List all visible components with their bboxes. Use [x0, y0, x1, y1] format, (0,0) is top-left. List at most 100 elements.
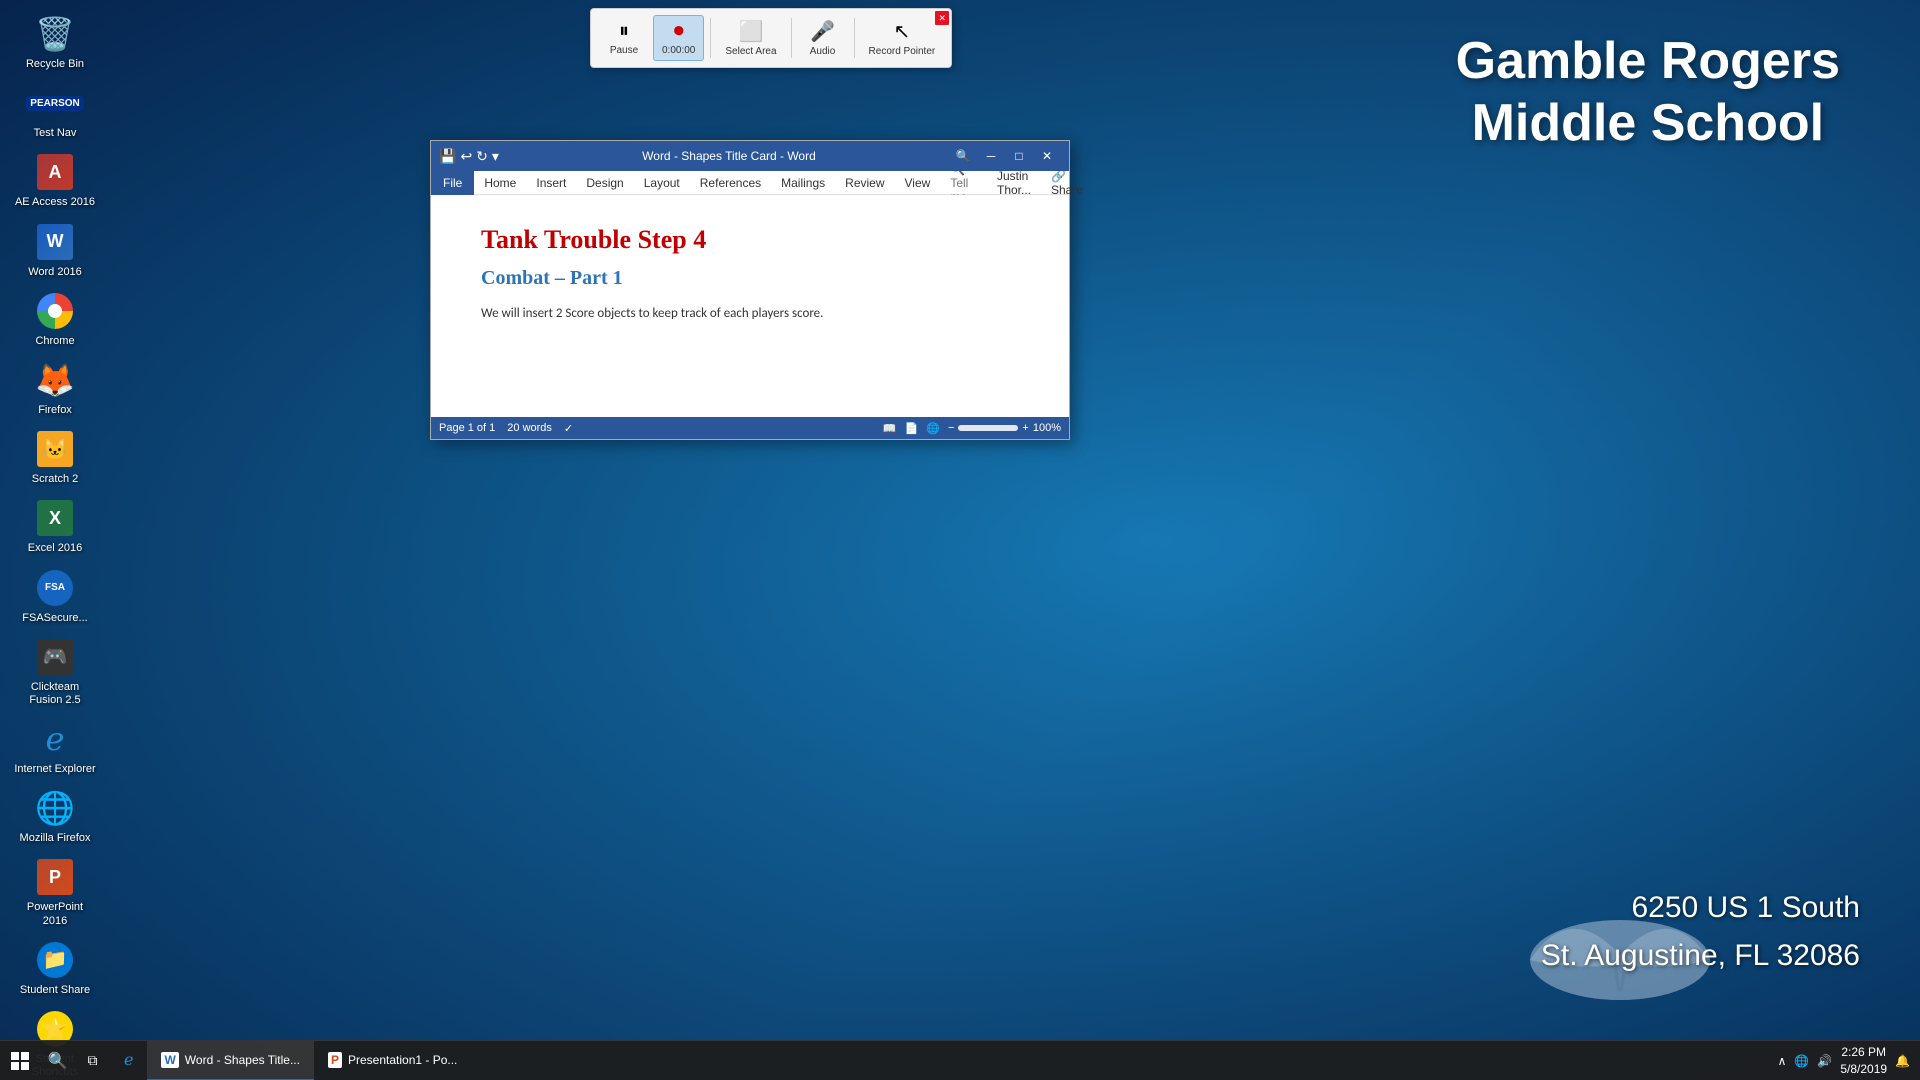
word-redo-icon[interactable]: ↻: [476, 148, 488, 165]
desktop-icon-ie[interactable]: ℯ Internet Explorer: [10, 713, 100, 782]
chrome-label: Chrome: [35, 335, 74, 348]
record-timer-button[interactable]: ⏺ 0:00:00: [653, 15, 704, 61]
school-address-line1: 6250 US 1 South: [1541, 884, 1860, 932]
taskbar-notifications-icon[interactable]: 🔔: [1895, 1054, 1910, 1068]
word-quick-access-toolbar: 💾 ↩ ↻ ▾: [439, 148, 499, 165]
taskbar-search-button[interactable]: 🔍: [40, 1041, 75, 1080]
desktop-icon-powerpoint-2016[interactable]: P PowerPoint 2016: [10, 851, 100, 933]
desktop-icon-test-nav[interactable]: PEARSON Test Nav: [10, 77, 100, 146]
clickteam-icon: 🎮: [35, 637, 75, 677]
taskbar-chevron-icon[interactable]: ∧: [1778, 1054, 1787, 1068]
ae-access-label: AE Access 2016: [15, 196, 95, 209]
pause-button[interactable]: ⏸ Pause: [599, 16, 649, 60]
word-menu-share[interactable]: 🔗 Share: [1041, 171, 1093, 195]
chrome-icon: [35, 291, 75, 331]
word-window-controls: 🔍 ─ □ ✕: [949, 141, 1061, 171]
desktop-icon-student-share[interactable]: 📁 Student Share: [10, 934, 100, 1003]
taskbar-ppt-label: Presentation1 - Po...: [348, 1053, 457, 1067]
ie-label: Internet Explorer: [14, 763, 95, 776]
scratch-2-label: Scratch 2: [32, 473, 78, 486]
word-word-count: 20 words: [507, 422, 552, 434]
taskbar-task-view-button[interactable]: ⧉: [75, 1041, 110, 1080]
zoom-in-button[interactable]: +: [1022, 422, 1028, 434]
record-pointer-icon: ↖: [894, 19, 911, 44]
toolbar-separator-2: [791, 18, 792, 58]
excel-2016-icon: X: [35, 498, 75, 538]
audio-button[interactable]: 🎤 Audio: [798, 15, 848, 61]
taskbar-ppt-icon: P: [328, 1052, 342, 1068]
taskbar-clock[interactable]: 2:26 PM 5/8/2019: [1840, 1044, 1887, 1078]
test-nav-label: Test Nav: [34, 127, 77, 140]
desktop-icon-fsa-secure[interactable]: FSA FSASecure...: [10, 562, 100, 631]
word-menu-user[interactable]: Justin Thor...: [987, 171, 1041, 195]
taskbar-ppt-button[interactable]: P Presentation1 - Po...: [314, 1041, 471, 1080]
taskbar-ie-button[interactable]: ℯ: [110, 1041, 147, 1080]
taskbar-sound-icon[interactable]: 🔊: [1817, 1054, 1832, 1068]
select-area-icon: ⬜: [739, 19, 764, 44]
word-close-button[interactable]: ✕: [1033, 141, 1061, 171]
word-menu-view[interactable]: View: [895, 171, 941, 195]
student-share-icon: 📁: [35, 940, 75, 980]
desktop-icon-scratch-2[interactable]: 🐱 Scratch 2: [10, 423, 100, 492]
word-2016-label: Word 2016: [28, 266, 82, 279]
desktop-icon-ae-access[interactable]: A AE Access 2016: [10, 146, 100, 215]
clickteam-label: Clickteam Fusion 2.5: [14, 681, 96, 707]
word-menu-home[interactable]: Home: [474, 171, 526, 195]
zoom-level: 100%: [1033, 422, 1061, 434]
web-layout-icon[interactable]: 🌐: [926, 422, 940, 435]
desktop-icon-chrome[interactable]: Chrome: [10, 285, 100, 354]
word-page-info: Page 1 of 1: [439, 422, 495, 434]
start-button[interactable]: [0, 1041, 40, 1080]
print-layout-icon[interactable]: 📄: [905, 422, 919, 435]
word-menu-references[interactable]: References: [690, 171, 771, 195]
test-nav-icon: PEARSON: [35, 83, 75, 123]
word-menu-tell-me[interactable]: 🔍 Tell me...: [940, 171, 987, 195]
toolbar-separator-3: [854, 18, 855, 58]
audio-icon: 🎤: [810, 19, 835, 44]
desktop-icon-recycle-bin[interactable]: 🗑️ Recycle Bin: [10, 8, 100, 77]
word-menu-design[interactable]: Design: [576, 171, 633, 195]
desktop-icon-mozilla-firefox[interactable]: 🌐 Mozilla Firefox: [10, 782, 100, 851]
desktop-icon-firefox[interactable]: 🦊 Firefox: [10, 354, 100, 423]
taskbar-date: 5/8/2019: [1840, 1061, 1887, 1078]
record-timer-label: 0:00:00: [662, 45, 695, 56]
desktop: Gamble Rogers Middle School 6250 US 1 So…: [0, 0, 1920, 1080]
document-subtitle: Combat – Part 1: [481, 267, 1019, 290]
word-menu-file[interactable]: File: [431, 171, 474, 195]
word-menu-layout[interactable]: Layout: [634, 171, 690, 195]
word-restore-button[interactable]: □: [1005, 141, 1033, 171]
taskbar-word-button[interactable]: W Word - Shapes Title...: [147, 1041, 314, 1080]
word-search-button[interactable]: 🔍: [949, 141, 977, 171]
taskbar-network-icon[interactable]: 🌐: [1794, 1054, 1809, 1068]
firefox-label: Firefox: [38, 404, 72, 417]
school-name: Gamble Rogers Middle School: [1456, 30, 1840, 155]
firefox-icon: 🦊: [35, 360, 75, 400]
school-address-line2: St. Augustine, FL 32086: [1541, 932, 1860, 980]
toolbar-close-button[interactable]: ✕: [935, 11, 949, 25]
word-menu-review[interactable]: Review: [835, 171, 894, 195]
read-mode-icon[interactable]: 📖: [883, 422, 897, 435]
zoom-control: − + 100%: [948, 422, 1061, 434]
word-menu-bar: File Home Insert Design Layout Reference…: [431, 171, 1069, 195]
word-undo-icon[interactable]: ↩: [460, 148, 472, 165]
desktop-icon-clickteam[interactable]: 🎮 Clickteam Fusion 2.5: [10, 631, 100, 713]
recycle-bin-icon: 🗑️: [35, 14, 75, 54]
record-pointer-button[interactable]: ↖ Record Pointer: [861, 15, 944, 61]
mozilla-firefox-label: Mozilla Firefox: [20, 832, 91, 845]
word-minimize-button[interactable]: ─: [977, 141, 1005, 171]
select-area-button[interactable]: ⬜ Select Area: [717, 15, 784, 61]
desktop-icon-word-2016[interactable]: W Word 2016: [10, 216, 100, 285]
document-title: Tank Trouble Step 4: [481, 225, 1019, 255]
fsa-secure-icon: FSA: [35, 568, 75, 608]
desktop-icon-excel-2016[interactable]: X Excel 2016: [10, 492, 100, 561]
word-menu-insert[interactable]: Insert: [526, 171, 576, 195]
word-menu-mailings[interactable]: Mailings: [771, 171, 835, 195]
word-window: 💾 ↩ ↻ ▾ Word - Shapes Title Card - Word …: [430, 140, 1070, 440]
internet-explorer-icon: ℯ: [35, 719, 75, 759]
zoom-out-button[interactable]: −: [948, 422, 954, 434]
word-proofing-icon[interactable]: ✓: [564, 422, 573, 435]
word-save-icon[interactable]: 💾: [439, 148, 456, 165]
word-document-content[interactable]: Tank Trouble Step 4 Combat – Part 1 We w…: [431, 195, 1069, 417]
word-more-icon[interactable]: ▾: [492, 148, 499, 165]
taskbar-right: ∧ 🌐 🔊 2:26 PM 5/8/2019 🔔: [1768, 1044, 1920, 1078]
